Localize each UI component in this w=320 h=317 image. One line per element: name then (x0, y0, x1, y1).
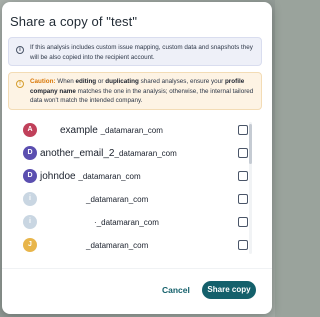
recipient-checkbox[interactable] (238, 217, 248, 227)
recipient-email: ·_datamaran_com (94, 216, 159, 229)
recipient-user: example (60, 125, 98, 136)
recipient-domain: ·_datamaran_com (94, 218, 159, 227)
recipient-domain: _datamaran_com (100, 126, 163, 135)
recipient-user: another_email_2 (40, 148, 115, 159)
avatar: i (23, 215, 37, 229)
avatar: D (23, 169, 37, 183)
recipient-checkbox[interactable] (238, 148, 248, 158)
recipient-domain: _datamaran_com (78, 172, 141, 181)
recipient-row[interactable]: D another_email_2_datamaran_com (8, 145, 252, 163)
caution-bold-editing: editing (75, 78, 97, 85)
share-dialog: Share a copy of "test" i If this analysi… (2, 2, 272, 314)
list-scrollbar[interactable] (249, 122, 252, 254)
caution-text-3: shared analyses, ensure your (138, 78, 225, 85)
recipient-domain: _datamaran_com (114, 149, 177, 158)
recipient-row[interactable]: D johndoe _datamaran_com (8, 168, 252, 186)
caution-label: Caution: (30, 78, 56, 85)
avatar: A (23, 123, 37, 137)
recipient-domain: _datamaran_com (86, 195, 149, 204)
info-icon: i (16, 46, 24, 54)
recipient-row[interactable]: A example _datamaran_com (8, 122, 252, 140)
info-notice-text: If this analysis includes custom issue m… (30, 44, 253, 61)
cancel-button[interactable]: Cancel (162, 285, 190, 295)
warning-icon: ! (16, 80, 24, 88)
recipient-checkbox[interactable] (238, 194, 248, 204)
scrollbar-thumb[interactable] (249, 124, 252, 164)
recipient-list[interactable]: A example _datamaran_com D another_email… (8, 120, 258, 255)
caution-text-1: When (55, 78, 76, 85)
recipient-checkbox[interactable] (238, 171, 248, 181)
recipient-domain: _datamaran_com (86, 241, 149, 250)
recipient-email: example _datamaran_com (60, 124, 163, 137)
avatar: J (23, 238, 37, 252)
recipient-user: johndoe (40, 171, 76, 182)
recipient-email: _datamaran_com (86, 193, 148, 206)
footer-divider (2, 268, 272, 269)
recipient-row[interactable]: J _datamaran_com (8, 237, 252, 255)
recipient-row[interactable]: i ·_datamaran_com (8, 214, 252, 232)
recipient-email: _datamaran_com (86, 239, 148, 252)
recipient-row[interactable]: i _datamaran_com (8, 191, 252, 209)
caution-text-2: or (96, 78, 106, 85)
recipient-email: another_email_2_datamaran_com (40, 147, 177, 160)
info-notice: i If this analysis includes custom issue… (8, 37, 262, 66)
caution-bold-duplicating: duplicating (105, 78, 139, 85)
share-copy-button[interactable]: Share copy (202, 281, 256, 299)
avatar: i (23, 192, 37, 206)
recipient-email: johndoe _datamaran_com (40, 170, 141, 183)
dialog-title: Share a copy of "test" (10, 14, 138, 29)
recipient-checkbox[interactable] (238, 240, 248, 250)
avatar: D (23, 146, 37, 160)
caution-notice: ! Caution: When editing or duplicating s… (8, 72, 262, 110)
recipient-checkbox[interactable] (238, 125, 248, 135)
